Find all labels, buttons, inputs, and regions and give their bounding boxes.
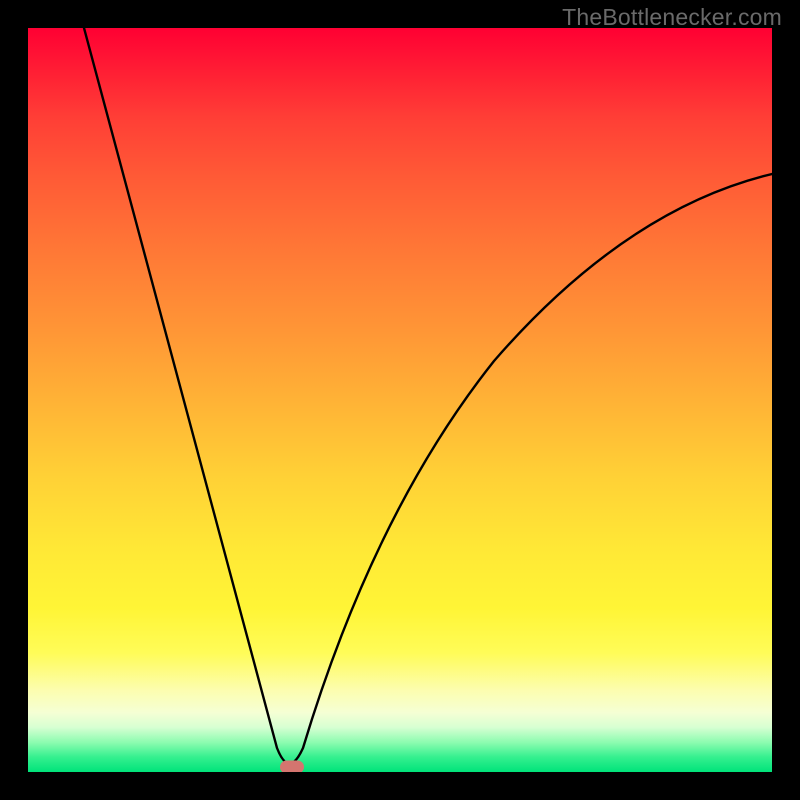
bottleneck-curve — [28, 28, 772, 772]
plot-area — [28, 28, 772, 772]
chart-frame: TheBottlenecker.com — [0, 0, 800, 800]
watermark-text: TheBottlenecker.com — [562, 4, 782, 31]
curve-path — [84, 28, 772, 764]
optimal-marker — [280, 761, 304, 773]
